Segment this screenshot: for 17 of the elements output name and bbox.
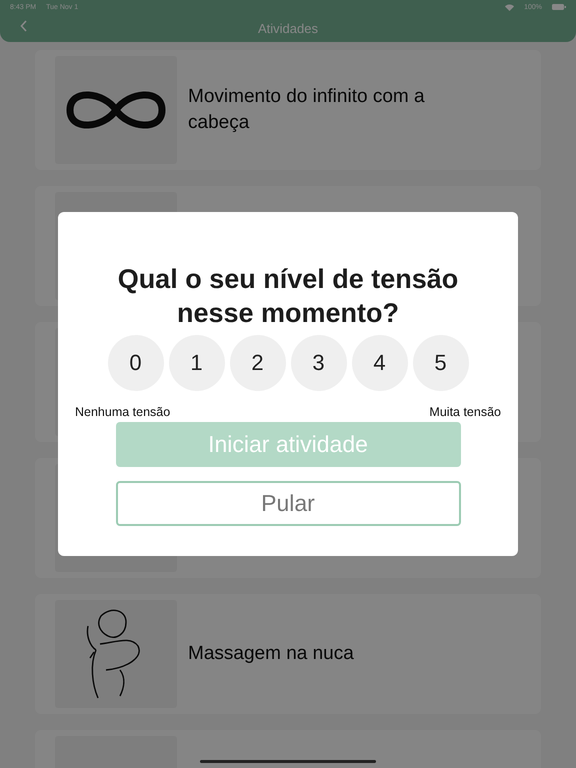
- header-title: Atividades: [258, 20, 318, 36]
- battery-icon: [552, 4, 566, 10]
- tension-option[interactable]: 2: [230, 335, 286, 391]
- dialog-question: Qual o seu nível de tensão nesse momento?: [116, 263, 460, 330]
- activity-title: Massagem na nuca: [188, 642, 354, 666]
- tension-option[interactable]: 4: [352, 335, 408, 391]
- activity-card[interactable]: Movimento do infinito com a cabeça: [35, 50, 541, 170]
- tension-option[interactable]: 0: [108, 335, 164, 391]
- max-label: Muita tensão: [429, 405, 501, 419]
- tension-option[interactable]: 3: [290, 335, 346, 391]
- activity-card[interactable]: Massagem na nuca: [35, 594, 541, 714]
- wifi-icon: [505, 4, 514, 10]
- activity-title: Movimento do infinito com a cabeça: [188, 85, 426, 135]
- tension-option[interactable]: 1: [168, 335, 224, 391]
- min-label: Nenhuma tensão: [75, 405, 170, 419]
- skip-button[interactable]: Pular: [116, 481, 460, 526]
- tension-option[interactable]: 5: [412, 335, 468, 391]
